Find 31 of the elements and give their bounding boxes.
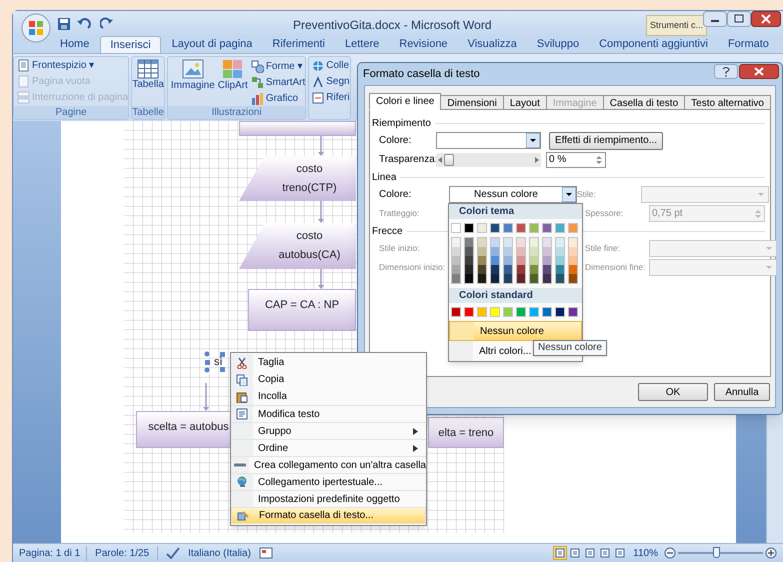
tooltip: Nessun colore: [533, 340, 607, 356]
shape-text: CAP = CA : NP: [264, 298, 340, 313]
section-heading: Frecce: [372, 224, 403, 238]
field-label: Colore:: [379, 134, 412, 148]
shape-text: scelta = autobus: [148, 420, 229, 435]
menu-heading: Colori standard: [449, 288, 582, 303]
ribbon-group-label: Illustrazioni: [168, 106, 306, 119]
shape-text: costo autobus(CA): [278, 229, 342, 263]
shape-text: sì: [214, 354, 223, 370]
shape-text: elta = treno: [438, 426, 494, 441]
field-label: Tratteggio:: [379, 207, 420, 220]
line-weight-field: 0,75 pt: [649, 205, 765, 222]
section-heading: Riempimento: [372, 116, 431, 130]
section-heading: Linea: [372, 170, 396, 184]
field-label: Colore:: [379, 188, 412, 202]
menu-heading: Colori tema: [449, 204, 582, 219]
window-title: PreventivoGita.docx - Microsoft Word: [293, 17, 492, 34]
field-label: Dimensioni fine:: [585, 261, 646, 274]
ribbon-group-label: Pagine: [14, 106, 128, 119]
status-text: Parole: 1/25: [87, 546, 158, 560]
status-text: Pagina: 1 di 1: [13, 546, 88, 560]
field-label: Spessore:: [585, 207, 624, 220]
field-label: Stile inizio:: [379, 242, 421, 255]
field-label: Stile fine:: [585, 242, 621, 255]
shape-text: costo treno(CTP): [281, 162, 338, 196]
field-label: Trasparenza:: [379, 153, 436, 167]
dialog-title: Formato casella di testo: [363, 66, 480, 82]
ribbon-group-label: Tabelle: [132, 106, 164, 119]
field-label: Dimensioni inizio:: [379, 261, 446, 274]
contextual-tab-label: Strumenti c...: [646, 15, 708, 36]
field-label: Stile:: [577, 188, 597, 201]
